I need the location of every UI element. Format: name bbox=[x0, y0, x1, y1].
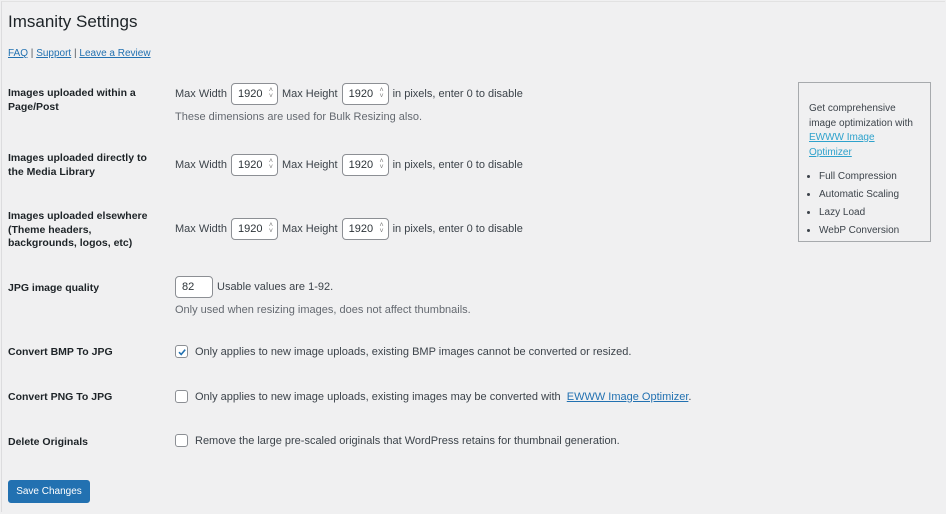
max-height-label: Max Height bbox=[281, 223, 338, 235]
label-line: Images uploaded within a bbox=[8, 87, 136, 99]
convert-png-text: Only applies to new image uploads, exist… bbox=[195, 391, 691, 403]
convert-bmp-checkbox[interactable] bbox=[175, 345, 188, 358]
input-value: 1920 bbox=[237, 88, 263, 100]
support-link[interactable]: Support bbox=[36, 48, 71, 59]
link-separator: | bbox=[30, 48, 34, 59]
feature-list: Full Compression Automatic Scaling Lazy … bbox=[809, 168, 920, 240]
page-post-max-height-input[interactable]: 1920 ˄ ˅ bbox=[341, 83, 389, 105]
spinner-icon[interactable]: ˄ ˅ bbox=[269, 87, 273, 100]
jpg-quality-hint: Usable values are 1-92. bbox=[217, 281, 334, 293]
label-line: Page/Post bbox=[8, 100, 59, 113]
feature-item: Automatic Scaling bbox=[819, 186, 920, 204]
spinner-icon[interactable]: ˄ ˅ bbox=[380, 87, 384, 100]
page-title: Imsanity Settings bbox=[8, 12, 138, 31]
page-post-max-width-input[interactable]: 1920 ˄ ˅ bbox=[230, 83, 278, 105]
max-height-label: Max Height bbox=[281, 88, 338, 100]
feature-item: WebP Conversion bbox=[819, 222, 920, 240]
save-changes-button[interactable]: Save Changes bbox=[8, 480, 90, 503]
input-value: 1920 bbox=[348, 159, 374, 171]
delete-originals-field: Remove the large pre-scaled originals th… bbox=[175, 434, 620, 447]
label-line: Images uploaded directly to bbox=[8, 152, 147, 164]
max-width-label: Max Width bbox=[175, 223, 227, 235]
label-line: (Theme headers, bbox=[8, 223, 92, 236]
label-line: backgrounds, logos, etc) bbox=[8, 237, 133, 249]
bulk-resize-description: These dimensions are used for Bulk Resiz… bbox=[175, 111, 423, 123]
convert-png-field: Only applies to new image uploads, exist… bbox=[175, 390, 691, 403]
elsewhere-dimensions: Max Width 1920 ˄ ˅ Max Height 1920 ˄ ˅ in … bbox=[175, 218, 523, 240]
spinner-icon[interactable]: ˄ ˅ bbox=[269, 158, 273, 171]
dimensions-suffix: in pixels, enter 0 to disable bbox=[392, 223, 523, 235]
leave-review-link[interactable]: Leave a Review bbox=[79, 48, 150, 59]
delete-originals-text: Remove the large pre-scaled originals th… bbox=[195, 434, 620, 447]
convert-png-label: Convert PNG To JPG bbox=[8, 391, 113, 403]
max-width-label: Max Width bbox=[175, 88, 227, 100]
jpg-quality-input[interactable]: 82 bbox=[175, 276, 213, 298]
media-library-max-height-input[interactable]: 1920 ˄ ˅ bbox=[341, 154, 389, 176]
promo-ewww-link[interactable]: EWWW Image Optimizer bbox=[809, 132, 875, 158]
dimensions-suffix: in pixels, enter 0 to disable bbox=[392, 88, 523, 100]
input-value: 1920 bbox=[237, 159, 263, 171]
dimensions-suffix: in pixels, enter 0 to disable bbox=[392, 159, 523, 171]
jpg-quality-label: JPG image quality bbox=[8, 282, 100, 294]
spinner-icon[interactable]: ˄ ˅ bbox=[380, 158, 384, 171]
elsewhere-label: Images uploaded elsewhere (Theme headers… bbox=[8, 210, 147, 251]
help-links: FAQ | Support | Leave a Review bbox=[8, 48, 151, 59]
convert-png-text-main: Only applies to new image uploads, exist… bbox=[195, 390, 564, 403]
ewww-promo-box: Get comprehensive image optimization wit… bbox=[798, 82, 931, 242]
ewww-optimizer-link[interactable]: EWWW Image Optimizer bbox=[567, 391, 689, 403]
period: . bbox=[688, 390, 692, 403]
label-line: the Media Library bbox=[8, 165, 95, 178]
media-library-label: Images uploaded directly to the Media Li… bbox=[8, 152, 147, 179]
convert-bmp-field: Only applies to new image uploads, exist… bbox=[175, 345, 631, 358]
spinner-icon[interactable]: ˄ ˅ bbox=[380, 222, 384, 235]
media-library-max-width-input[interactable]: 1920 ˄ ˅ bbox=[230, 154, 278, 176]
input-value: 1920 bbox=[237, 223, 263, 235]
max-width-label: Max Width bbox=[175, 159, 227, 171]
input-value: 1920 bbox=[348, 223, 374, 235]
jpg-quality-field: 82 Usable values are 1-92. bbox=[175, 276, 333, 298]
convert-bmp-text: Only applies to new image uploads, exist… bbox=[195, 345, 632, 358]
convert-png-checkbox[interactable] bbox=[175, 390, 188, 403]
promo-intro-line: Get comprehensive bbox=[809, 103, 896, 114]
faq-link[interactable]: FAQ bbox=[8, 48, 28, 59]
delete-originals-label: Delete Originals bbox=[8, 436, 88, 448]
link-separator: | bbox=[74, 48, 77, 59]
jpg-quality-description: Only used when resizing images, does not… bbox=[175, 304, 471, 316]
media-library-dimensions: Max Width 1920 ˄ ˅ Max Height 1920 ˄ ˅ in … bbox=[175, 154, 523, 176]
feature-item: Full Compression bbox=[819, 168, 920, 186]
promo-intro-line: image optimization with bbox=[809, 117, 913, 129]
delete-originals-checkbox[interactable] bbox=[175, 434, 188, 447]
spinner-icon[interactable]: ˄ ˅ bbox=[269, 222, 273, 235]
max-height-label: Max Height bbox=[281, 159, 338, 171]
elsewhere-max-width-input[interactable]: 1920 ˄ ˅ bbox=[230, 218, 278, 240]
page-post-dimensions: Max Width 1920 ˄ ˅ Max Height 1920 ˄ ˅ in … bbox=[175, 83, 523, 105]
label-line: Images uploaded elsewhere bbox=[8, 210, 148, 222]
input-value: 1920 bbox=[348, 88, 374, 100]
feature-item: Lazy Load bbox=[819, 204, 920, 222]
checkmark-icon bbox=[177, 348, 186, 356]
convert-bmp-label: Convert BMP To JPG bbox=[8, 346, 113, 358]
elsewhere-max-height-input[interactable]: 1920 ˄ ˅ bbox=[341, 218, 389, 240]
page-post-label: Images uploaded within a Page/Post bbox=[8, 87, 136, 114]
input-value: 82 bbox=[182, 281, 195, 293]
